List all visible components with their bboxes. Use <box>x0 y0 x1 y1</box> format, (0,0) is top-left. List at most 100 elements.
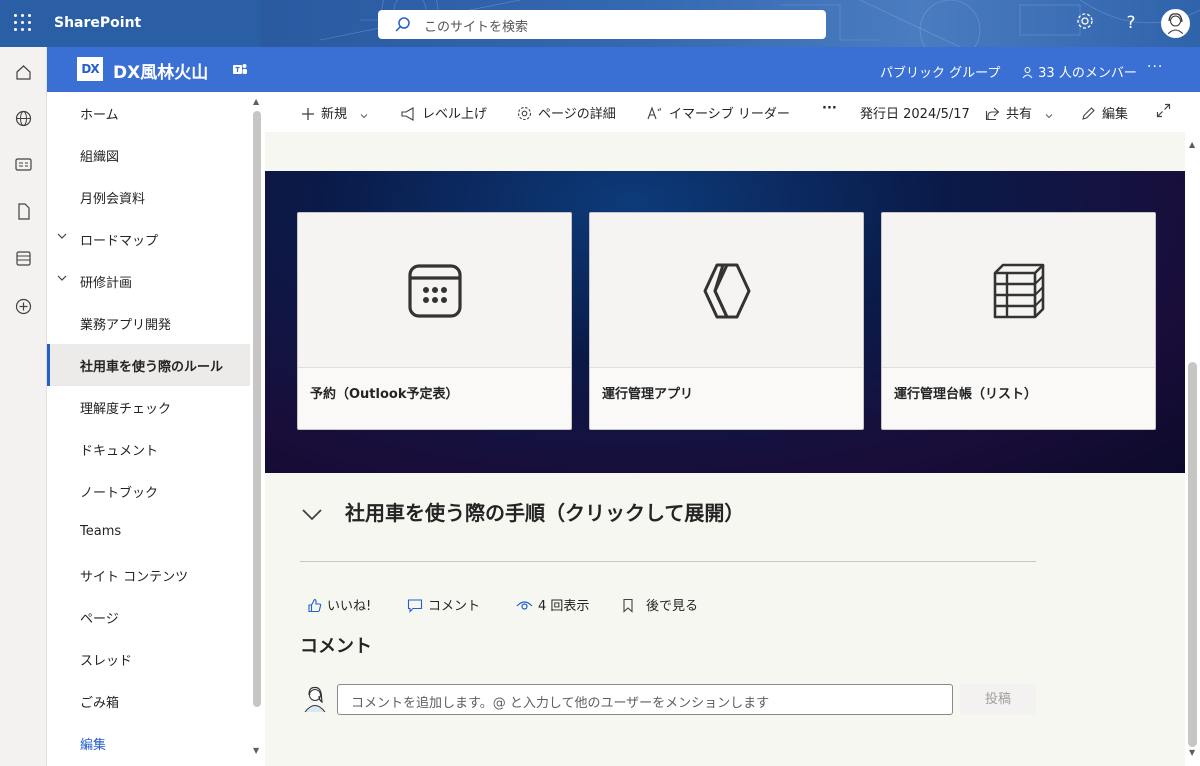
lists-icon[interactable] <box>14 249 33 268</box>
thumbs-up-icon <box>308 598 322 613</box>
card-label: 予約（Outlook予定表） <box>310 387 459 402</box>
gear-icon <box>517 106 532 121</box>
chevron-down-icon[interactable] <box>301 505 323 523</box>
share-label: 共有 <box>1006 107 1033 122</box>
post-button[interactable]: 投稿 <box>960 684 1036 715</box>
expand-button[interactable] <box>1156 103 1177 119</box>
left-navigation: ホーム 組織図 月例会資料 ロードマップ 研修計画 業務アプリ開発 社用車を使う… <box>47 92 265 766</box>
help-icon[interactable]: ? <box>1120 12 1142 34</box>
nav-item-label: サイト コンテンツ <box>80 570 189 585</box>
app-launcher-icon[interactable] <box>14 14 34 34</box>
command-bar: 新規 レベル上げ ページの詳細 イマーシブ リーダー ··· 発行日 2024/… <box>265 92 1200 132</box>
hero-card-app[interactable]: 運行管理アプリ <box>589 212 864 430</box>
comment-input[interactable]: コメントを追加します。@ と入力して他のユーザーをメンションします <box>337 684 953 715</box>
immersive-reader-button[interactable]: イマーシブ リーダー <box>647 103 790 122</box>
nav-item-quiz[interactable]: 理解度チェック <box>47 386 250 428</box>
expand-icon <box>1156 103 1171 118</box>
more-commands-button[interactable]: ··· <box>822 101 837 116</box>
nav-item-label: 研修計画 <box>80 276 133 291</box>
create-icon[interactable] <box>14 297 33 316</box>
share-icon <box>985 107 1000 121</box>
view-count-label: 4 回表示 <box>538 599 590 614</box>
nav-edit-link[interactable]: 編集 <box>47 722 250 764</box>
globe-icon[interactable] <box>14 109 33 128</box>
teams-icon[interactable] <box>232 61 248 77</box>
user-avatar[interactable] <box>1161 9 1190 38</box>
news-icon[interactable] <box>14 155 33 174</box>
comments-heading: コメント <box>300 636 372 657</box>
share-button[interactable]: 共有 <box>985 103 1060 122</box>
new-button[interactable]: 新規 <box>301 103 375 122</box>
nav-item-label: 業務アプリ開発 <box>80 318 172 333</box>
site-search-box[interactable]: このサイトを検索 <box>378 10 826 39</box>
chevron-down-icon[interactable] <box>56 272 68 284</box>
hero-section: 予約（Outlook予定表） 運行管理アプリ 運行管理台帳（リスト） <box>265 171 1185 473</box>
view-count: 4 回表示 <box>516 595 589 614</box>
page-scrollbar[interactable]: ▲ ▼ <box>1185 132 1200 766</box>
like-button[interactable]: いいね! <box>307 595 371 614</box>
list-icon <box>993 263 1044 319</box>
nav-item-documents[interactable]: ドキュメント <box>47 428 250 470</box>
settings-gear-icon[interactable] <box>1074 12 1096 34</box>
nav-item-org-chart[interactable]: 組織図 <box>47 134 250 176</box>
nav-item-notebook[interactable]: ノートブック <box>47 470 250 512</box>
nav-scroll-up-arrow[interactable]: ▲ <box>253 97 259 106</box>
nav-item-roadmap[interactable]: ロードマップ <box>47 218 250 260</box>
nav-item-recycle-bin[interactable]: ごみ箱 <box>47 680 250 722</box>
page-details-button[interactable]: ページの詳細 <box>517 103 616 122</box>
nav-item-app-dev[interactable]: 業務アプリ開発 <box>47 302 250 344</box>
scrollbar-thumb[interactable] <box>1188 362 1197 747</box>
sharepoint-brand[interactable]: SharePoint <box>54 15 141 31</box>
group-type: パブリック グループ <box>880 66 1001 81</box>
page-details-label: ページの詳細 <box>538 107 616 122</box>
power-apps-icon <box>703 263 750 319</box>
edit-label: 編集 <box>1102 107 1129 122</box>
nav-item-pages[interactable]: ページ <box>47 596 250 638</box>
save-for-later-button[interactable]: 後で見る <box>621 595 698 614</box>
nav-item-threads[interactable]: スレッド <box>47 638 250 680</box>
nav-scrollbar[interactable] <box>253 111 261 707</box>
nav-item-label: Teams <box>80 524 122 539</box>
comment-placeholder: コメントを追加します。@ と入力して他のユーザーをメンションします <box>351 696 770 711</box>
chevron-down-icon[interactable] <box>56 230 68 242</box>
hero-card-outlook[interactable]: 予約（Outlook予定表） <box>297 212 572 430</box>
calendar-icon <box>407 264 462 318</box>
site-title[interactable]: DX風林火山 <box>113 58 208 83</box>
chevron-down-icon <box>360 114 368 119</box>
person-icon <box>1022 67 1033 79</box>
site-logo[interactable]: DX <box>77 57 103 81</box>
nav-item-label: ホーム <box>80 108 119 123</box>
nav-item-training[interactable]: 研修計画 <box>47 260 250 302</box>
nav-item-label: ロードマップ <box>80 234 159 249</box>
hero-card-list[interactable]: 運行管理台帳（リスト） <box>881 212 1156 430</box>
site-header: DX DX風林火山 パブリック グループ 33 人のメンバー ··· <box>47 47 1200 92</box>
chevron-down-icon <box>1045 114 1053 119</box>
page-content: 予約（Outlook予定表） 運行管理アプリ 運行管理台帳（リスト） 社用車を使… <box>265 132 1185 766</box>
members-button[interactable]: 33 人のメンバー <box>1021 62 1137 81</box>
site-more-button[interactable]: ··· <box>1147 59 1163 75</box>
edit-button[interactable]: 編集 <box>1081 103 1128 122</box>
comment-label: コメント <box>428 599 481 614</box>
document-icon[interactable] <box>14 202 33 221</box>
comment-button[interactable]: コメント <box>407 595 480 614</box>
eye-icon <box>516 601 533 610</box>
nav-item-label: 組織図 <box>80 150 120 165</box>
search-placeholder: このサイトを検索 <box>424 20 529 35</box>
collapsible-section-title[interactable]: 社用車を使う際の手順（クリックして展開） <box>345 497 744 526</box>
scroll-up-arrow[interactable]: ▲ <box>1189 140 1195 149</box>
nav-item-teams[interactable]: Teams <box>47 512 250 554</box>
card-label: 運行管理台帳（リスト） <box>894 387 1038 402</box>
nav-item-site-contents[interactable]: サイト コンテンツ <box>47 554 250 596</box>
published-date: 発行日 2024/5/17 <box>860 107 970 122</box>
home-icon[interactable] <box>14 63 33 82</box>
scroll-down-arrow[interactable]: ▼ <box>1189 748 1195 757</box>
promote-button[interactable]: レベル上げ <box>400 103 487 122</box>
card-label: 運行管理アプリ <box>602 387 694 402</box>
comment-icon <box>407 599 423 613</box>
pencil-icon <box>1082 107 1095 120</box>
nav-item-label: 月例会資料 <box>80 192 146 207</box>
nav-item-monthly-meeting[interactable]: 月例会資料 <box>47 176 250 218</box>
nav-item-vehicle-rules[interactable]: 社用車を使う際のルール <box>47 344 250 386</box>
nav-item-home[interactable]: ホーム <box>47 92 250 134</box>
nav-scroll-down-arrow[interactable]: ▼ <box>253 746 259 755</box>
